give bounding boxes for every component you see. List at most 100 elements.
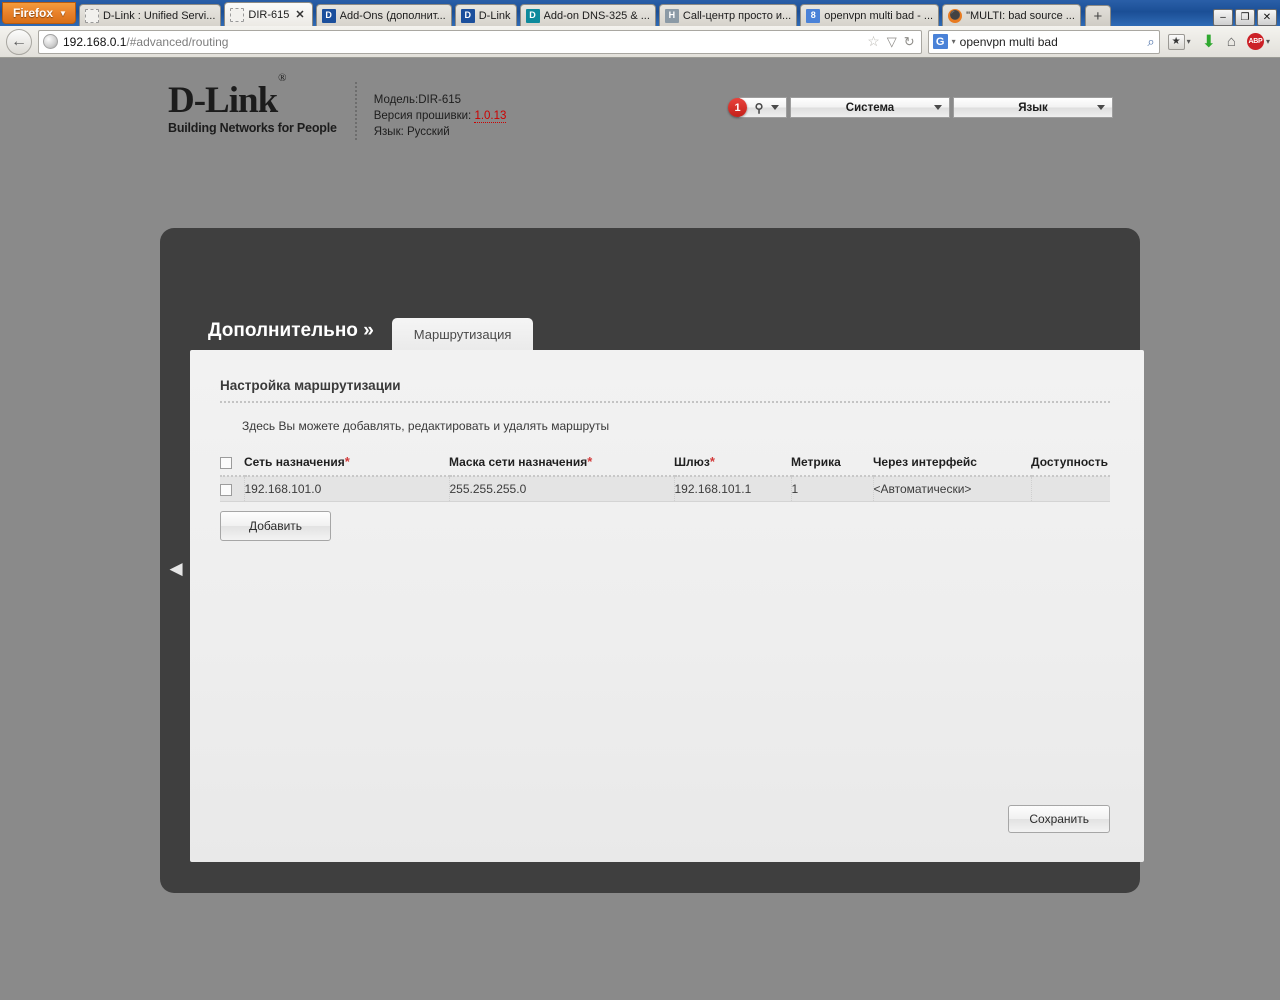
language-dropdown[interactable]: Язык bbox=[953, 97, 1113, 118]
language-dropdown-label: Язык bbox=[1018, 101, 1048, 114]
chevron-down-icon: ▾ bbox=[1265, 37, 1270, 46]
router-firmware-value: 1.0.13 bbox=[474, 110, 507, 123]
routing-content-panel: Настройка маршрутизации Здесь Вы можете … bbox=[190, 350, 1144, 862]
chevron-down-icon bbox=[1097, 105, 1105, 110]
url-domain: 192.168.0.1 bbox=[63, 34, 127, 49]
routes-table: Сеть назначения* Маска сети назначения* … bbox=[220, 455, 1110, 502]
restore-button[interactable]: ❐ bbox=[1235, 9, 1255, 26]
chevron-down-icon: ▾ bbox=[1186, 37, 1191, 46]
column-label: Сеть назначения bbox=[244, 455, 345, 469]
chevron-down-icon[interactable]: ▾ bbox=[952, 37, 956, 46]
router-firmware-line: Версия прошивки: 1.0.13 bbox=[374, 108, 507, 124]
row-select-cell bbox=[220, 476, 245, 502]
sidebar-collapse-button[interactable]: ◀ bbox=[165, 553, 187, 583]
browser-tab-title: Add-Ons (дополнит... bbox=[339, 9, 446, 22]
browser-tab-6[interactable]: 8 openvpn multi bad - ... bbox=[800, 4, 940, 26]
row-checkbox[interactable] bbox=[220, 483, 232, 496]
chevron-down-icon[interactable]: ▽ bbox=[887, 34, 897, 50]
url-text: 192.168.0.1/#advanced/routing bbox=[63, 35, 862, 49]
browser-tab-title: D-Link : Unified Servi... bbox=[102, 9, 216, 22]
column-header-gateway: Шлюз* bbox=[674, 455, 791, 477]
bookmark-star-icon[interactable]: ☆ bbox=[867, 33, 880, 50]
browser-tab-title: DIR-615 bbox=[248, 8, 290, 21]
dlink-logo-text: D-Link bbox=[168, 80, 278, 121]
router-page: D-Link® Building Networks for People Мод… bbox=[0, 62, 1280, 1000]
router-model-label: Модель: bbox=[373, 94, 419, 106]
page-description: Здесь Вы можете добавлять, редактировать… bbox=[242, 419, 610, 433]
cell-destination-mask: 255.255.255.0 bbox=[449, 476, 675, 502]
notification-badge: 1 bbox=[728, 98, 747, 117]
browser-tab-1[interactable]: DIR-615 ✕ bbox=[224, 2, 313, 26]
page-tabs-row: Дополнительно » Маршрутизация bbox=[208, 318, 534, 352]
registered-trademark-icon: ® bbox=[278, 71, 286, 84]
router-main-panel: ◀ Дополнительно » Маршрутизация Настройк… bbox=[160, 228, 1144, 893]
browser-tab-7[interactable]: ⚫ "MULTI: bad source ... bbox=[942, 4, 1081, 26]
select-all-checkbox[interactable] bbox=[220, 456, 232, 469]
new-tab-button[interactable]: + bbox=[1084, 5, 1111, 26]
globe-icon bbox=[43, 34, 58, 49]
tab-routing[interactable]: Маршрутизация bbox=[391, 318, 534, 352]
window-controls: – ❐ ✕ bbox=[1207, 7, 1280, 26]
teal-favicon-icon: D bbox=[525, 8, 540, 23]
home-icon[interactable]: ⌂ bbox=[1227, 33, 1236, 50]
toolbar-icons: ★ ▾ ⬇ ⌂ ABP ▾ bbox=[1166, 33, 1274, 50]
select-all-header bbox=[220, 455, 244, 477]
breadcrumb[interactable]: Дополнительно » bbox=[208, 321, 374, 352]
close-window-button[interactable]: ✕ bbox=[1257, 9, 1277, 26]
tab-list: D-Link : Unified Servi... DIR-615 ✕ D Ad… bbox=[76, 2, 1207, 26]
column-header-destination-mask: Маска сети назначения* bbox=[449, 455, 674, 477]
router-language-value: Русский bbox=[407, 126, 450, 138]
browser-chrome: Firefox ▼ D-Link : Unified Servi... DIR-… bbox=[0, 0, 1280, 58]
lightbulb-icon: ⚲ bbox=[754, 100, 764, 115]
system-dropdown[interactable]: Система bbox=[790, 97, 950, 118]
page-title: Настройка маршрутизации bbox=[220, 378, 1110, 403]
blank-favicon-icon bbox=[84, 8, 99, 23]
search-input[interactable]: openvpn multi bad bbox=[960, 35, 1144, 49]
blank-favicon-icon bbox=[230, 7, 245, 22]
cell-availability bbox=[1031, 476, 1110, 502]
column-header-availability: Доступность bbox=[1031, 455, 1110, 477]
minimize-button[interactable]: – bbox=[1213, 9, 1233, 26]
search-icon[interactable]: ⌕ bbox=[1147, 34, 1154, 50]
downloads-icon[interactable]: ⬇ bbox=[1202, 33, 1216, 50]
browser-tab-2[interactable]: D Add-Ons (дополнит... bbox=[315, 4, 452, 26]
browser-tab-title: openvpn multi bad - ... bbox=[824, 9, 934, 22]
search-bar[interactable]: G ▾ openvpn multi bad ⌕ bbox=[927, 29, 1160, 54]
firefox-app-button[interactable]: Firefox ▼ bbox=[2, 2, 76, 24]
router-model-line: Модель:DIR-615 bbox=[374, 92, 507, 108]
navigation-toolbar: ← 192.168.0.1/#advanced/routing ☆ ▽ ↻ G … bbox=[0, 26, 1280, 58]
table-header-row: Сеть назначения* Маска сети назначения* … bbox=[220, 455, 1110, 477]
address-bar[interactable]: 192.168.0.1/#advanced/routing ☆ ▽ ↻ bbox=[38, 29, 922, 54]
browser-tab-0[interactable]: D-Link : Unified Servi... bbox=[78, 4, 222, 26]
save-button[interactable]: Сохранить bbox=[1008, 805, 1110, 833]
adblock-button[interactable]: ABP ▾ bbox=[1246, 33, 1270, 50]
browser-tab-5[interactable]: H Call-центр просто и... bbox=[658, 4, 798, 26]
reload-icon[interactable]: ↻ bbox=[904, 34, 915, 50]
browser-tab-title: Add-on DNS-325 & ... bbox=[543, 9, 650, 22]
bookmarks-menu-button[interactable]: ★ ▾ bbox=[1167, 33, 1191, 50]
column-label: Доступность bbox=[1031, 455, 1108, 469]
browser-tabstrip: Firefox ▼ D-Link : Unified Servi... DIR-… bbox=[0, 0, 1280, 26]
browser-tab-title: D-Link bbox=[478, 9, 511, 22]
router-language-label: Язык: bbox=[373, 126, 404, 138]
back-button[interactable]: ← bbox=[6, 28, 32, 55]
adblock-icon: ABP bbox=[1246, 33, 1264, 50]
system-dropdown-label: Система bbox=[845, 101, 895, 114]
column-header-metric: Метрика bbox=[791, 455, 873, 477]
browser-tab-4[interactable]: D Add-on DNS-325 & ... bbox=[519, 4, 656, 26]
cell-metric: 1 bbox=[791, 476, 874, 502]
close-icon[interactable]: ✕ bbox=[293, 8, 306, 21]
cell-destination-network: 192.168.101.0 bbox=[244, 476, 450, 502]
column-label: Через интерфейс bbox=[873, 455, 977, 469]
openvpn-favicon-icon: ⚫ bbox=[948, 8, 963, 23]
google-search-engine-icon[interactable]: G bbox=[932, 34, 948, 49]
browser-tab-3[interactable]: D D-Link bbox=[454, 4, 517, 26]
dlink-logo-wordmark: D-Link® bbox=[168, 72, 287, 121]
table-row[interactable]: 192.168.101.0 255.255.255.0 192.168.101.… bbox=[220, 476, 1110, 502]
chevron-down-icon bbox=[771, 105, 779, 110]
column-header-interface: Через интерфейс bbox=[873, 455, 1031, 477]
add-route-button[interactable]: Добавить bbox=[220, 511, 332, 541]
router-info-block: Модель:DIR-615 Версия прошивки: 1.0.13 Я… bbox=[354, 82, 507, 140]
browser-tab-title: Call-центр просто и... bbox=[682, 9, 792, 22]
column-header-destination-network: Сеть назначения* bbox=[244, 455, 449, 477]
